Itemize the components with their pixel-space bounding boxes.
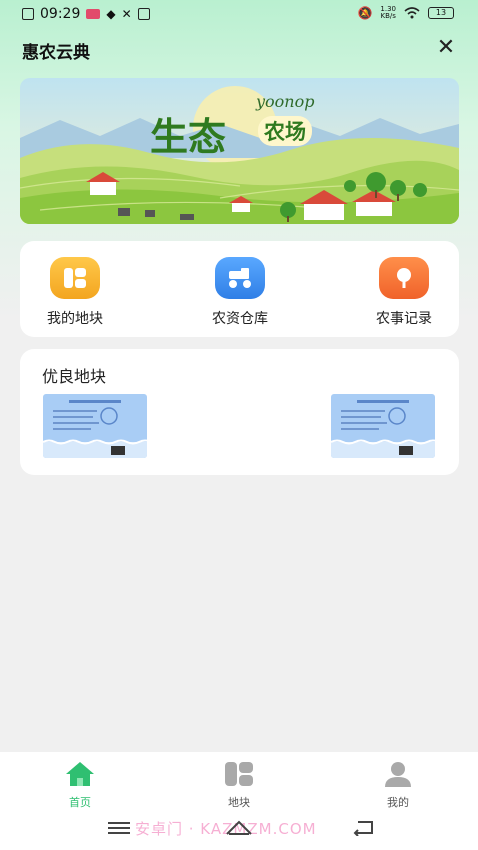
tab-home[interactable]: 首页 — [40, 760, 120, 810]
tab-home-label: 首页 — [69, 796, 91, 809]
network-speed-unit: KB/s — [380, 12, 396, 20]
battery-icon: 13 — [428, 7, 454, 19]
menu-item-farm-records[interactable]: 农事记录 — [354, 257, 454, 328]
status-time: 09:29 — [40, 6, 81, 22]
home-icon — [66, 762, 94, 786]
tab-plots-label: 地块 — [228, 796, 250, 809]
menu-icon[interactable] — [108, 822, 130, 834]
menu-item-my-plots[interactable]: 我的地块 — [25, 257, 125, 328]
banner-title-main: 生态 — [150, 114, 227, 159]
app-header: 惠农云典 ✕ — [0, 36, 478, 66]
quality-plots-card: 优良地块 — [20, 349, 459, 475]
banner-brand: yoonop — [256, 92, 315, 111]
location-icon: ◆ — [106, 7, 116, 21]
wifi-icon — [404, 7, 420, 19]
page-title: 惠农云典 — [22, 43, 90, 63]
quality-plots-title: 优良地块 — [42, 367, 107, 386]
plot-thumbnail-image — [43, 394, 147, 458]
back-icon[interactable] — [352, 818, 376, 836]
tab-mine[interactable]: 我的 — [358, 760, 438, 810]
tree-icon — [379, 257, 429, 299]
quick-menu-card: 我的地块 农资仓库 农事记录 — [20, 241, 459, 337]
tab-mine-label: 我的 — [387, 796, 409, 809]
close-icon: ✕ — [436, 35, 456, 60]
mute-icon: 🔕 — [357, 6, 373, 20]
user-icon — [385, 762, 411, 787]
banner-farm-illustration — [20, 78, 459, 224]
plots-icon — [225, 762, 253, 786]
menu-label-my-plots: 我的地块 — [47, 311, 103, 327]
banner-title-sub: 农场 — [258, 116, 312, 146]
plot-thumbnail[interactable] — [43, 394, 147, 458]
menu-label-supplies-warehouse: 农资仓库 — [212, 311, 268, 327]
message-icon — [137, 8, 150, 20]
plot-icon — [50, 257, 100, 299]
tab-plots[interactable]: 地块 — [199, 760, 279, 810]
plot-thumbnail-image — [331, 394, 435, 458]
status-bar: 09:29 ◆ ✕ 🔕 1.30 KB/s 13 — [0, 0, 478, 30]
app-badge-icon — [86, 9, 101, 19]
tools-icon: ✕ — [121, 7, 132, 21]
home-nav-icon[interactable] — [225, 818, 253, 836]
close-button[interactable]: ✕ — [434, 36, 458, 60]
menu-item-supplies-warehouse[interactable]: 农资仓库 — [190, 257, 290, 328]
banner[interactable]: 生态 yoonop 农场 — [20, 78, 459, 224]
plot-thumbnail[interactable] — [331, 394, 435, 458]
menu-label-farm-records: 农事记录 — [376, 311, 432, 327]
system-nav-bar: 安卓门 · KAZMZM.COM — [0, 812, 478, 842]
tractor-icon — [215, 257, 265, 299]
notification-icon — [22, 8, 34, 20]
network-speed: 1.30 KB/s — [380, 6, 396, 20]
